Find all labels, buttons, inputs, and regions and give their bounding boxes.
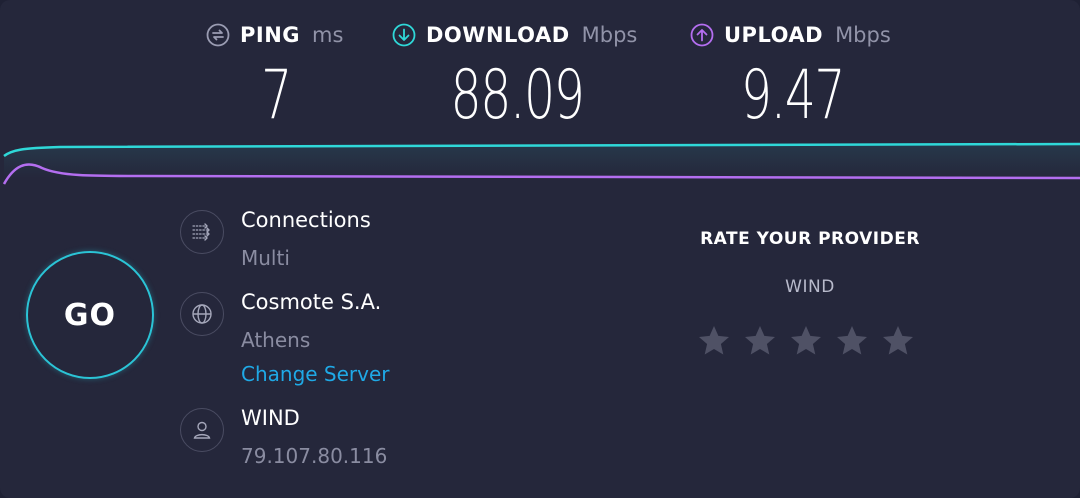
upload-value: 9.47 [740,56,846,135]
go-button[interactable]: GO [26,251,154,379]
ping-icon [206,23,230,47]
ping-metric: PING ms 7 [206,20,346,135]
download-value: 88.09 [450,56,585,135]
rating-stars [696,323,916,359]
download-arrow-icon [392,23,416,47]
ping-unit: ms [312,23,344,47]
globe-icon [180,292,224,336]
server-name: Cosmote S.A. [241,290,382,314]
connections-value: Multi [241,246,290,270]
download-title: DOWNLOAD [426,23,570,47]
speedtest-panel: PING ms 7 DOWNLOAD Mbps 88.09 UPLOAD Mbp… [0,0,1080,498]
upload-unit: Mbps [835,23,891,47]
upload-arrow-icon [690,23,714,47]
star-icon-3[interactable] [788,323,824,359]
upload-title: UPLOAD [724,23,824,47]
star-icon-4[interactable] [834,323,870,359]
star-icon-5[interactable] [880,323,916,359]
download-unit: Mbps [581,23,638,47]
change-server-link[interactable]: Change Server [241,362,390,386]
download-metric: DOWNLOAD Mbps 88.09 [392,20,642,135]
star-icon-1[interactable] [696,323,732,359]
connections-icon [180,210,224,254]
ping-title: PING [240,23,301,47]
user-icon [180,408,224,452]
rate-provider-title: RATE YOUR PROVIDER [700,229,920,249]
isp-name: WIND [241,406,300,430]
connections-label: Connections [241,208,371,232]
isp-ip-address: 79.107.80.116 [241,444,388,468]
upload-metric: UPLOAD Mbps 9.47 [690,20,895,135]
rate-provider-name: WIND [785,277,835,297]
star-icon-2[interactable] [742,323,778,359]
ping-value: 7 [261,56,292,135]
go-button-label: GO [63,297,117,333]
server-location: Athens [241,328,311,352]
speed-graph [2,142,1080,185]
